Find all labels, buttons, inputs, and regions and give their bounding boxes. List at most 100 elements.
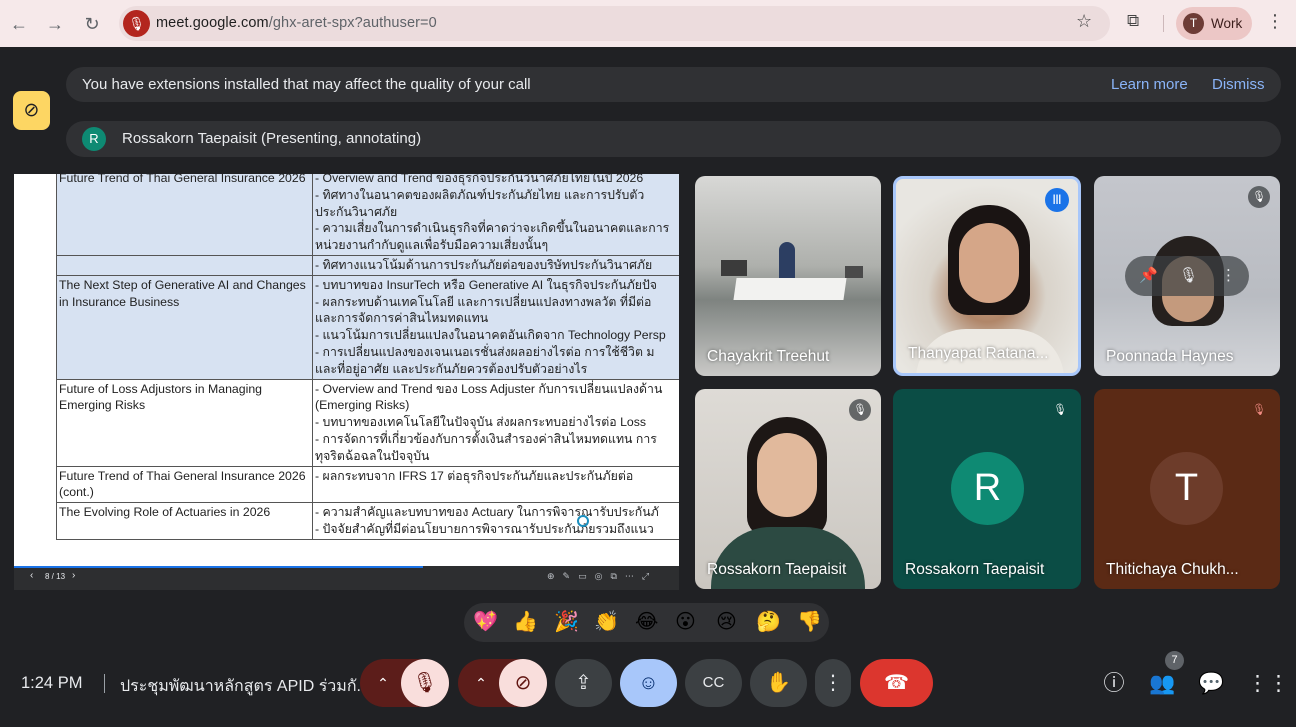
reaction-surprised[interactable]: 😮 — [675, 610, 696, 634]
microphone-in-use-icon[interactable]: 🎙 — [123, 10, 150, 37]
extension-warning-banner: You have extensions installed that may a… — [66, 67, 1281, 102]
participant-tile[interactable]: T 🎙 Thitichaya Chukh... — [1094, 389, 1280, 589]
mute-participant-icon[interactable]: 🎙 — [1179, 266, 1198, 284]
shared-presentation[interactable]: Future Trend of Thai General Insurance 2… — [14, 174, 679, 590]
slide-detail-cell: - บทบาทของ InsurTech หรือ Generative AI … — [312, 274, 679, 380]
more-options-button[interactable]: ⋮ — [815, 659, 851, 707]
reaction-sparkling-heart[interactable]: 💖 — [473, 610, 498, 634]
participant-name: Poonnada Haynes — [1106, 348, 1234, 365]
slide-topic-cell: The Evolving Role of Actuaries in 2026 — [56, 502, 313, 540]
url-text[interactable]: meet.google.com/ghx-aret-spx?authuser=0 — [156, 15, 437, 31]
profile-label: Work — [1211, 16, 1243, 31]
participant-tile[interactable]: R 🎙 Rossakorn Taepaisit — [893, 389, 1081, 589]
reaction-crying[interactable]: 😢 — [716, 610, 737, 634]
raise-hand-button[interactable]: ✋ — [750, 659, 807, 707]
participant-avatar: T — [1150, 452, 1223, 525]
video-options-chevron-icon[interactable]: ⌃ — [468, 659, 494, 707]
participant-tile[interactable]: 🎙 Rossakorn Taepaisit — [695, 389, 881, 589]
presenter-avatar: R — [82, 127, 106, 151]
url-path: /ghx-aret-spx?authuser=0 — [268, 15, 437, 31]
mic-off-icon: 🎙 — [1252, 404, 1266, 416]
back-arrow-icon[interactable]: ← — [7, 12, 31, 36]
slide-table-row: Future of Loss Adjustors in Managing Eme… — [56, 378, 679, 467]
camera-off-button[interactable]: ⊘ — [499, 659, 547, 707]
mic-off-button[interactable]: 🎙 — [401, 659, 449, 707]
slide-progress-bar — [14, 566, 423, 568]
participant-tile[interactable]: Chayakrit Treehut — [695, 176, 881, 376]
profile-avatar: T — [1183, 13, 1204, 34]
present-screen-button[interactable]: ⇪ — [555, 659, 612, 707]
more-options-icon[interactable]: ⋮ — [1221, 266, 1236, 284]
reload-icon[interactable]: ↻ — [80, 12, 104, 36]
participant-name: Rossakorn Taepaisit — [905, 561, 1045, 578]
dismiss-button[interactable]: Dismiss — [1212, 76, 1265, 93]
url-host: meet.google.com — [156, 15, 269, 31]
participant-name: Chayakrit Treehut — [707, 348, 830, 365]
slide-topic-cell: Future Trend of Thai General Insurance 2… — [56, 465, 313, 504]
camera-off-indicator-icon[interactable]: ⊘ — [13, 91, 50, 130]
people-icon[interactable]: 👥 — [1149, 671, 1175, 697]
activities-grid-icon[interactable]: ⋮⋮⋮ — [1247, 671, 1296, 697]
captions-button[interactable]: CC — [685, 659, 742, 707]
meeting-title: ประชุมพัฒนาหลักสูตร APID ร่วมกั... — [120, 678, 370, 695]
slide-detail-cell: - ความสำคัญและบทบาทของ Actuary ในการพิจา… — [312, 502, 679, 540]
bottom-divider — [104, 674, 105, 693]
address-bar[interactable]: 🎙 meet.google.com/ghx-aret-spx?authuser=… — [119, 6, 1110, 41]
reaction-thumbs-down[interactable]: 👎 — [797, 610, 822, 634]
audio-options-chevron-icon[interactable]: ⌃ — [370, 659, 396, 707]
meeting-details-icon[interactable]: ⓘ — [1101, 671, 1127, 697]
participant-name: Thanyapat Ratana... — [908, 345, 1049, 362]
tile-hover-controls: 📌 🎙 ⋮ — [1125, 256, 1249, 296]
slide-detail-cell: - Overview and Trend ของ Loss Adjuster ก… — [312, 378, 679, 467]
slide-detail-cell: - Overview and Trend ของธุรกิจประกันวินา… — [312, 174, 679, 256]
presenter-bar[interactable]: R Rossakorn Taepaisit (Presenting, annot… — [66, 121, 1281, 157]
bookmark-star-icon[interactable]: ☆ — [1076, 11, 1092, 32]
reaction-clapping[interactable]: 👏 — [594, 610, 619, 634]
previous-slide-icon[interactable]: ‹ — [30, 570, 33, 581]
participant-avatar: R — [951, 452, 1024, 525]
profile-button[interactable]: T Work — [1176, 7, 1252, 40]
slide-page-indicator: 8 / 13 — [45, 572, 66, 581]
reactions-bar: 💖 👍 🎉 👏 😂 😮 😢 🤔 👎 — [464, 603, 829, 642]
slide-table-row: The Next Step of Generative AI and Chang… — [56, 274, 679, 380]
browser-menu-icon[interactable]: ⋮ — [1266, 11, 1284, 32]
slide-table-row: - ทิศทางแนวโน้มด้านการประกันภัยต่อของบริ… — [56, 254, 679, 276]
speaking-indicator-icon: ||| — [1045, 188, 1069, 212]
learn-more-link[interactable]: Learn more — [1111, 76, 1188, 93]
participant-name: Rossakorn Taepaisit — [707, 561, 847, 578]
pin-icon[interactable]: 📌 — [1139, 266, 1158, 284]
participant-tile-active-speaker[interactable]: ||| Thanyapat Ratana... — [893, 176, 1081, 376]
mic-off-icon: 🎙 — [1053, 404, 1067, 416]
monitor-shape — [721, 260, 747, 276]
presenter-label: Rossakorn Taepaisit (Presenting, annotat… — [122, 130, 422, 147]
participant-name: Thitichaya Chukh... — [1106, 561, 1239, 578]
reaction-party-popper[interactable]: 🎉 — [554, 610, 579, 634]
mic-off-icon: 🎙 — [1248, 186, 1270, 208]
banner-message: You have extensions installed that may a… — [82, 76, 531, 93]
slide-table-row: Future Trend of Thai General Insurance 2… — [56, 174, 679, 256]
browser-toolbar: ← → ↻ 🎙 meet.google.com/ghx-aret-spx?aut… — [0, 0, 1296, 47]
chat-icon[interactable]: 💬 — [1198, 671, 1224, 697]
reaction-thumbs-up[interactable]: 👍 — [513, 610, 538, 634]
leave-call-button[interactable]: ☎ — [860, 659, 933, 707]
slide-topic-cell — [56, 254, 313, 276]
reaction-thinking[interactable]: 🤔 — [756, 610, 781, 634]
participant-count-badge: 7 — [1165, 651, 1184, 670]
slide-topic-cell: Future of Loss Adjustors in Managing Eme… — [56, 378, 313, 467]
forward-arrow-icon[interactable]: → — [43, 12, 67, 36]
annotation-cursor — [577, 515, 589, 527]
slide-topic-cell: Future Trend of Thai General Insurance 2… — [56, 174, 313, 256]
slide-tools-icons[interactable]: ⊕✎▭◎⧉⋯⤢ — [547, 571, 657, 582]
slide-table-row: Future Trend of Thai General Insurance 2… — [56, 465, 679, 504]
reaction-tears-of-joy[interactable]: 😂 — [635, 610, 658, 634]
participant-shirt — [711, 527, 865, 589]
next-slide-icon[interactable]: › — [72, 570, 75, 581]
extensions-puzzle-icon[interactable]: ⧉ — [1127, 11, 1149, 33]
participant-tile[interactable]: 🎙 📌 🎙 ⋮ Poonnada Haynes — [1094, 176, 1280, 376]
participant-face — [959, 223, 1019, 303]
send-reaction-button[interactable]: ☺ — [620, 659, 677, 707]
slide-table: Future Trend of Thai General Insurance 2… — [56, 174, 679, 540]
toolbar-divider — [1163, 15, 1164, 32]
mic-off-icon: 🎙 — [849, 399, 871, 421]
slide-toolbar: ‹ 8 / 13 › ⊕✎▭◎⧉⋯⤢ — [14, 566, 679, 590]
